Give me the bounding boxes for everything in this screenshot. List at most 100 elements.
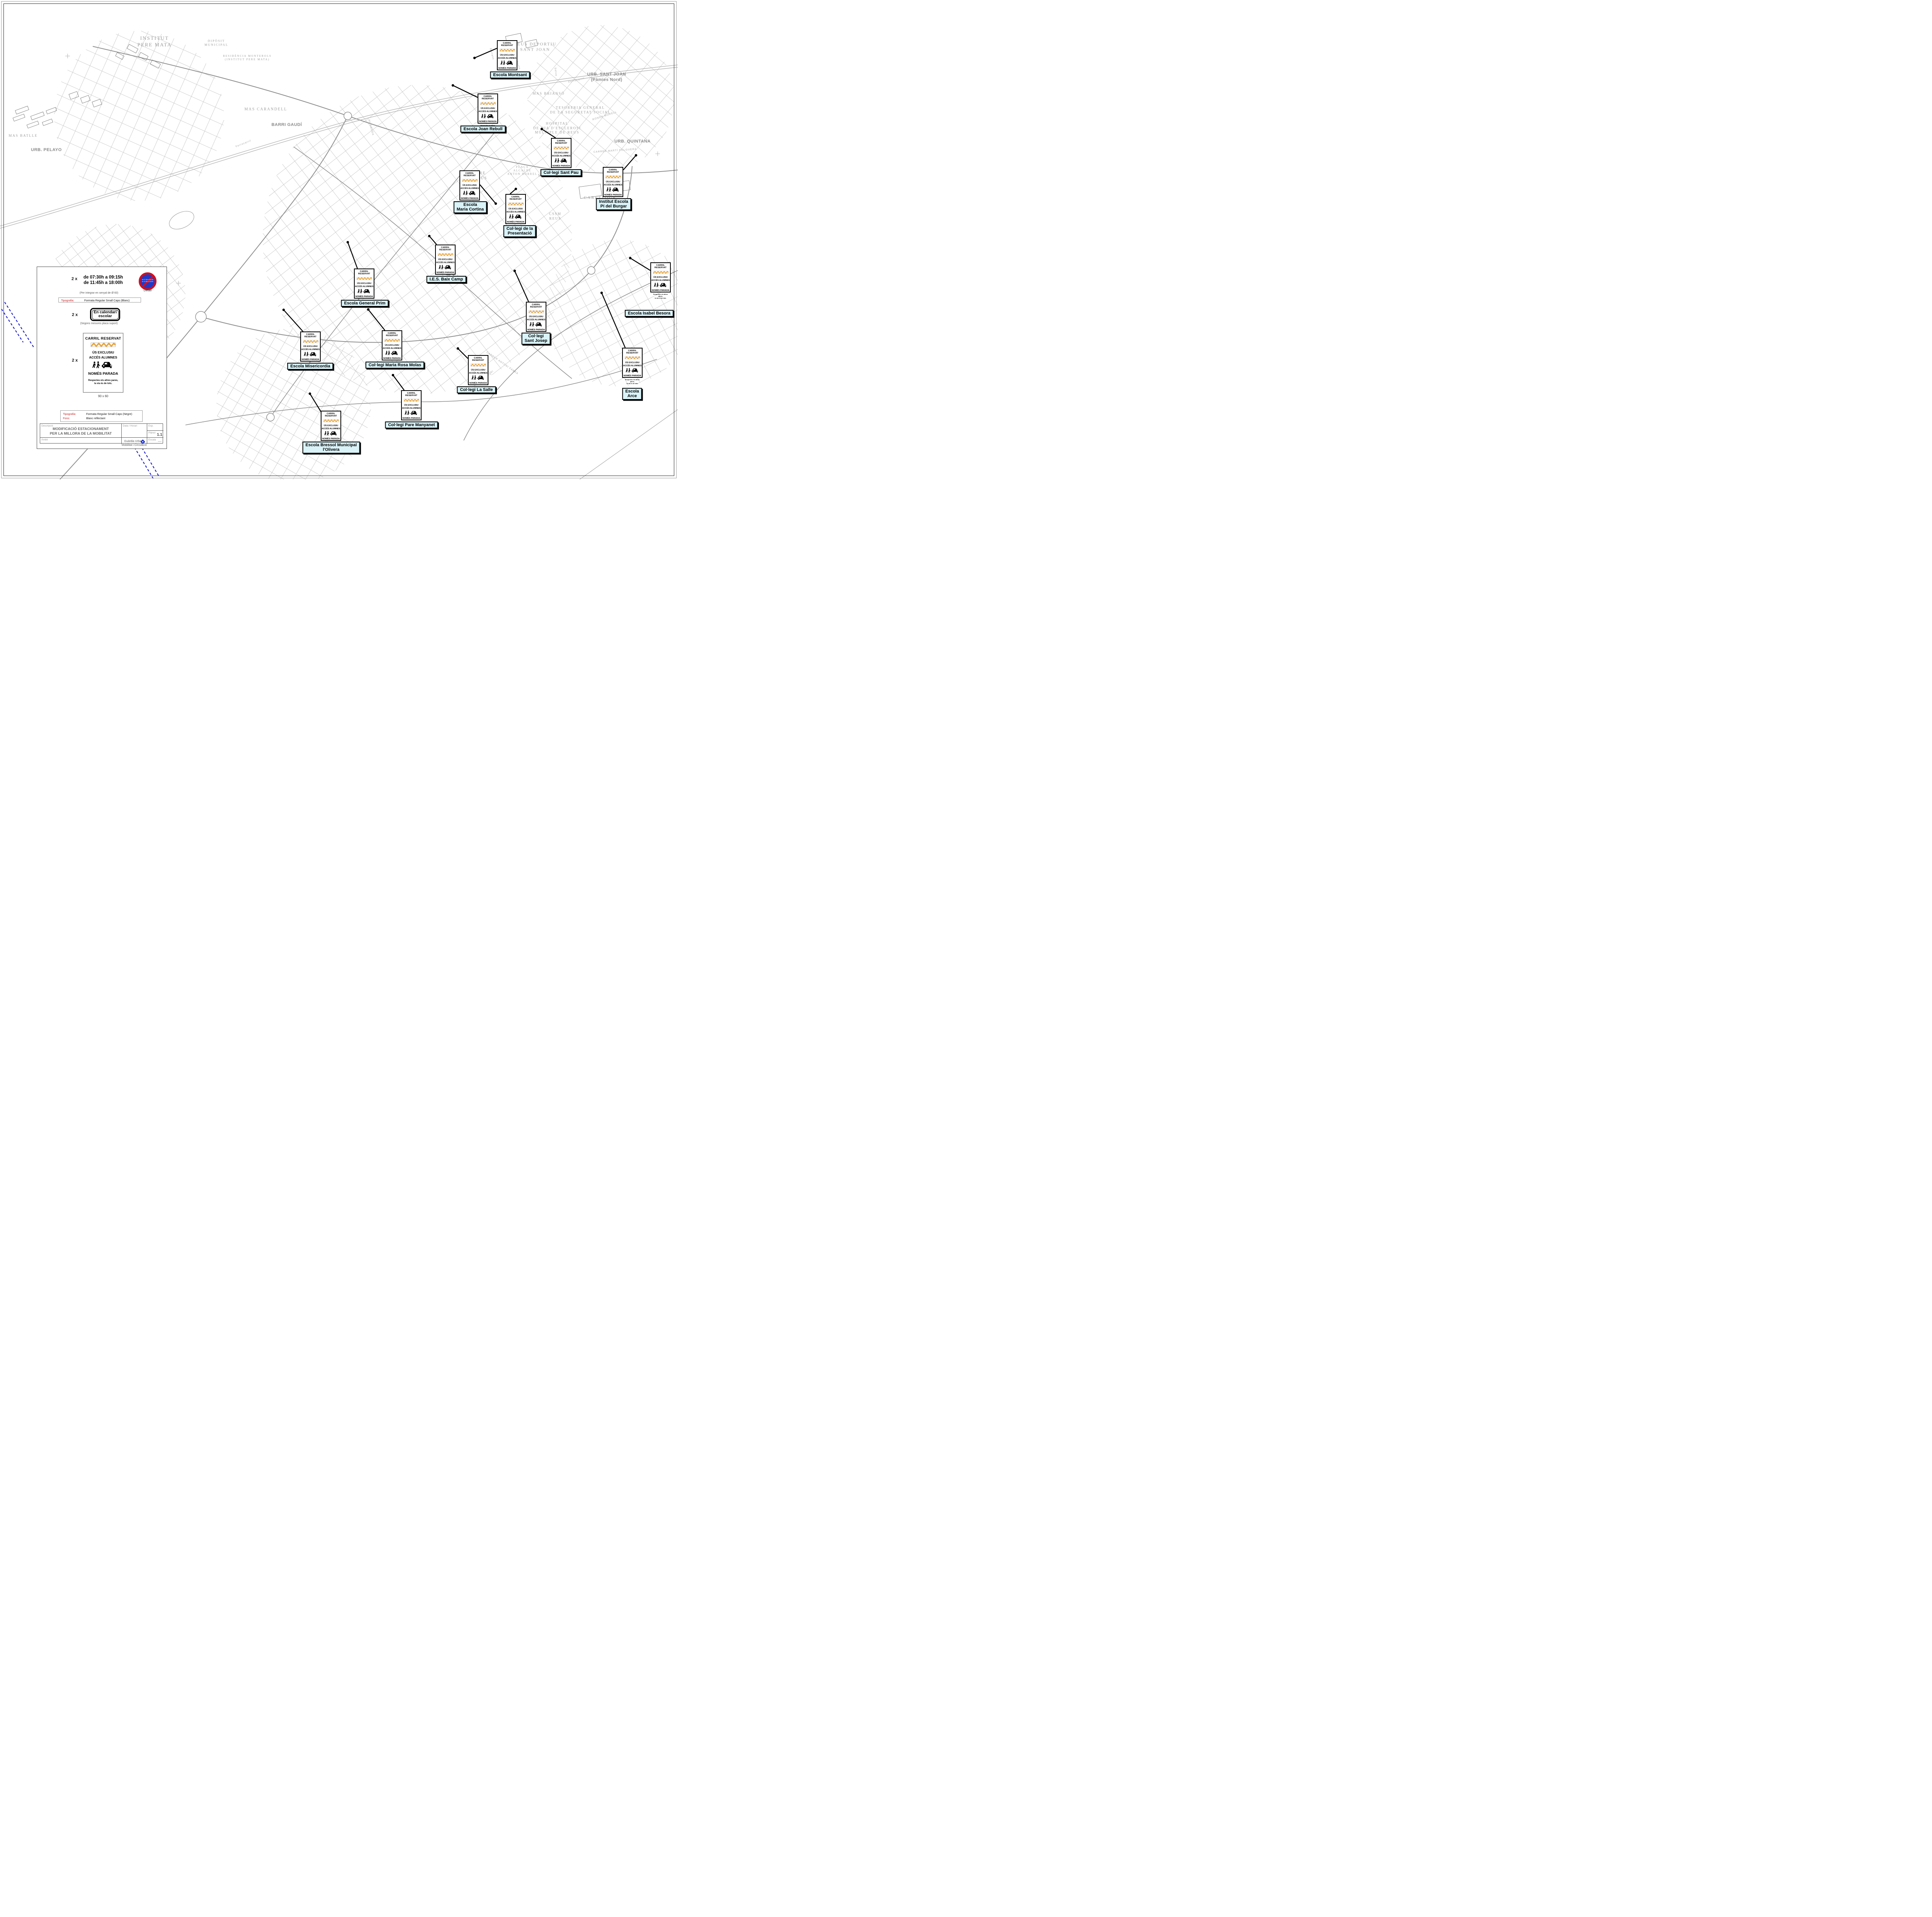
children-car-icon xyxy=(651,282,670,289)
school-label: Escola General Prim xyxy=(341,300,389,307)
map-sheet: MAS BATLLEURB. PELAYOINSTITUTPERE MATADI… xyxy=(0,0,678,479)
school-label: Col·legi Maria Rosa Molas xyxy=(366,362,424,369)
suport-note: (Segons mesures placa suport) xyxy=(80,322,117,325)
sign-title: CARRIL RESERVAT xyxy=(301,334,320,338)
reserved-lane-icon xyxy=(383,337,401,343)
school-sign: CARRIL RESERVAT ÚS EXCLUSIU ACCÉS ALUMNE… xyxy=(650,262,671,292)
school-label: Col·legi Pare Manyanet xyxy=(385,421,438,428)
children-car-icon xyxy=(460,190,479,197)
ambit-cell: Àmbit xyxy=(40,437,121,444)
school-sign: CARRIL RESERVAT ÚS EXCLUSIU ACCÉS ALUMNE… xyxy=(526,302,546,332)
reserved-lane-icon xyxy=(651,269,670,275)
school-sign: CARRIL RESERVAT ÚS EXCLUSIU ACCÉS ALUMNE… xyxy=(459,170,480,201)
children-car-icon xyxy=(355,289,374,295)
qty-mid: 2 x xyxy=(72,313,78,317)
children-car-icon xyxy=(469,375,488,381)
sign-title: CARRIL RESERVAT xyxy=(552,140,571,144)
title-block: Descripció MODIFICACIÓ ESTACIONAMENT PER… xyxy=(40,423,163,444)
children-car-icon xyxy=(527,322,546,328)
sign-title: CARRIL RESERVAT xyxy=(355,271,374,275)
org-cell: Guàrdia UrbanaMobilitat i Circulació xyxy=(121,437,147,444)
school-sign: CARRIL RESERVAT ÚS EXCLUSIU ACCÉS ALUMNE… xyxy=(300,331,321,362)
detall-caption: Detall xyxy=(144,289,151,292)
school-sign: CARRIL RESERVAT ÚS EXCLUSIU ACCÉS ALUMNE… xyxy=(382,330,402,360)
reserved-lane-icon xyxy=(436,252,455,258)
sign-title: CARRIL RESERVAT xyxy=(604,169,622,173)
sign-title: CARRIL RESERVAT xyxy=(469,357,488,362)
sign-title: CARRIL RESERVAT xyxy=(498,42,517,47)
escala-cell: Escala ---- xyxy=(147,437,163,444)
school-sign: CARRIL RESERVAT ÚS EXCLUSIU ACCÉS ALUMNE… xyxy=(478,93,498,124)
sign-title: CARRIL RESERVAT xyxy=(402,393,421,397)
sign-title: CARRIL RESERVAT xyxy=(527,304,546,308)
school-label: Escola Isabel Besora xyxy=(625,310,673,317)
children-car-icon xyxy=(321,431,340,437)
school-sign: CARRIL RESERVAT ÚS EXCLUSIU ACCÉS ALUMNE… xyxy=(551,138,571,168)
school-sign: CARRIL RESERVAT ÚS EXCLUSIU ACCÉS ALUMNE… xyxy=(505,194,526,224)
reserved-lane-icon xyxy=(301,338,320,345)
school-label: Escola Joan Rebull xyxy=(461,126,506,133)
sign-title: CARRIL RESERVAT xyxy=(623,350,642,354)
school-sign: CARRIL RESERVAT ÚS EXCLUSIU ACCÉS ALUMNE… xyxy=(354,269,374,299)
sign-mockup: CARRIL RESERVAT ÚS EXCLUSIU ACCÉS ALUMNE… xyxy=(83,333,123,393)
reserved-lane-icon xyxy=(355,275,374,282)
legend-panel: 2 x de 07:30h a 09:15h de 11:45h a 18:00… xyxy=(37,267,167,449)
planol-cell: Plànol 1.1 xyxy=(147,430,163,437)
reserved-lane-icon xyxy=(321,418,340,424)
size-caption: 90 x 60 xyxy=(98,394,108,398)
calendar-sign: En calendariescolar xyxy=(90,308,120,321)
sign-title: CARRIL RESERVAT xyxy=(460,173,479,177)
reserved-lane-icon xyxy=(469,362,488,368)
school-sign: CARRIL RESERVAT ÚS EXCLUSIU ACCÉS ALUMNE… xyxy=(435,245,456,275)
children-car-icon xyxy=(301,352,320,358)
school-label: Escola Misericordia xyxy=(287,363,333,370)
typo-box-2: Tipografia:Formata Regular Small Caps (N… xyxy=(60,410,143,422)
school-label: Col·legi Sant Pau xyxy=(541,169,582,176)
typo-box-1: Tipografia:Formata Regular Small Caps (B… xyxy=(58,297,141,303)
school-label: Institut EscolaPí del Burgar xyxy=(596,198,631,210)
reserved-lane-icon xyxy=(478,100,497,107)
sign-title: CARRIL RESERVAT xyxy=(383,333,401,337)
school-sign: CARRIL RESERVAT ÚS EXCLUSIU ACCÉS ALUMNE… xyxy=(497,40,517,70)
children-car-icon xyxy=(498,60,517,66)
school-label: EscolaMaria Cortina xyxy=(454,201,487,213)
reserved-lane-icon xyxy=(402,397,421,403)
children-car-icon xyxy=(83,359,123,370)
reserved-lane-icon xyxy=(604,174,622,180)
reserved-lane-icon xyxy=(506,201,525,207)
school-sign: CARRIL RESERVAT ÚS EXCLUSIU ACCÉS ALUMNE… xyxy=(468,355,488,385)
no-parking-icon: de 07:30h a 09:15hde 11:45h a 18:00h xyxy=(139,272,156,290)
reserved-lane-icon xyxy=(498,47,517,53)
sign-title: CARRIL RESERVAT xyxy=(321,413,340,417)
exp-cell: Exp. xyxy=(147,424,163,430)
reserved-lane-icon xyxy=(527,309,546,315)
children-car-icon xyxy=(402,410,421,416)
school-label: I.E.S. Baix Camp xyxy=(427,276,466,283)
children-car-icon xyxy=(436,265,455,271)
children-car-icon xyxy=(478,114,497,120)
school-label: Col·legi La Salle xyxy=(457,386,496,393)
children-car-icon xyxy=(623,368,642,374)
reserved-lane-icon xyxy=(623,355,642,361)
sign-title: CARRIL RESERVAT xyxy=(478,96,497,100)
qty-top: 2 x xyxy=(71,277,77,281)
children-car-icon xyxy=(383,350,401,357)
school-label: Escola Bressol Municipall'Olivera xyxy=(303,442,360,454)
school-sign: CARRIL RESERVAT ÚS EXCLUSIU ACCÉS ALUMNE… xyxy=(321,411,341,441)
sign-title: CARRIL RESERVAT xyxy=(651,265,670,269)
children-car-icon xyxy=(552,158,571,164)
children-car-icon xyxy=(604,187,622,193)
school-label: Col·legi de laPresentació xyxy=(503,225,536,237)
data-horari-cell: Data / Horari xyxy=(121,424,147,437)
school-sign: CARRIL RESERVAT ÚS EXCLUSIU ACCÉS ALUMNE… xyxy=(622,348,643,378)
reserved-lane-icon xyxy=(460,177,479,184)
hours-text: de 07:30h a 09:15h de 11:45h a 18:00h xyxy=(83,275,123,286)
school-sign: CARRIL RESERVAT ÚS EXCLUSIU ACCÉS ALUMNE… xyxy=(401,390,422,420)
school-sign: CARRIL RESERVAT ÚS EXCLUSIU ACCÉS ALUMNE… xyxy=(603,167,623,197)
school-label: EscolaArce xyxy=(622,388,642,400)
integrar-note: (Per integrar en senyal de Ø 60) xyxy=(80,292,118,294)
sign-title: CARRIL RESERVAT xyxy=(436,247,455,251)
children-car-icon xyxy=(506,214,525,220)
school-label: Col·legiSant Josep xyxy=(522,333,551,345)
sign-title: CARRIL RESERVAT xyxy=(506,196,525,201)
